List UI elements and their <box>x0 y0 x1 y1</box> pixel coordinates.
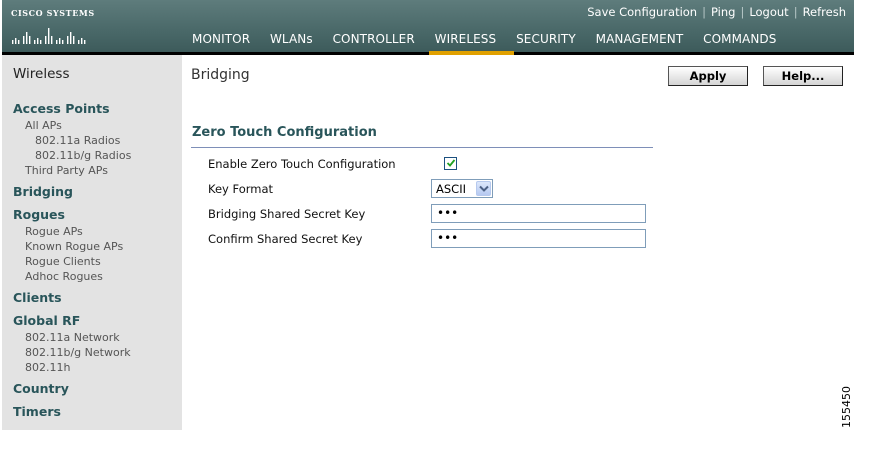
key-format-label: Key Format <box>208 182 274 196</box>
link-separator: | <box>740 5 745 19</box>
shared-secret-input[interactable]: ••• <box>431 204 646 223</box>
nav-monitor[interactable]: MONITOR <box>192 32 250 46</box>
enable-zero-touch-label: Enable Zero Touch Configuration <box>208 157 396 171</box>
sidebar: Wireless Access Points All APs 802.11a R… <box>2 55 182 430</box>
sidebar-item-timers[interactable]: Timers <box>13 404 61 419</box>
nav-security[interactable]: SECURITY <box>516 32 576 46</box>
refresh-link[interactable]: Refresh <box>803 5 846 19</box>
page-title: Bridging <box>191 67 250 83</box>
sidebar-item-clients[interactable]: Clients <box>13 290 62 305</box>
sidebar-title: Wireless <box>13 66 70 82</box>
active-tab-indicator <box>429 51 514 55</box>
sidebar-item-rogue-aps[interactable]: Rogue APs <box>25 225 83 238</box>
section-divider <box>191 147 653 148</box>
cisco-logo: Cisco Systems <box>11 8 94 46</box>
sidebar-item-third-party-aps[interactable]: Third Party APs <box>25 164 108 177</box>
shared-secret-label: Bridging Shared Secret Key <box>208 207 366 221</box>
sidebar-item-rogues[interactable]: Rogues <box>13 207 65 222</box>
sidebar-item-bridging[interactable]: Bridging <box>13 184 73 199</box>
shared-secret-value: ••• <box>437 206 459 220</box>
sidebar-item-all-aps[interactable]: All APs <box>25 119 62 132</box>
ping-link[interactable]: Ping <box>711 5 735 19</box>
help-button[interactable]: Help... <box>763 66 843 86</box>
main-nav: MONITOR WLANs CONTROLLER WIRELESS SECURI… <box>192 32 792 46</box>
sidebar-item-access-points[interactable]: Access Points <box>13 101 110 116</box>
chevron-down-icon <box>479 185 489 192</box>
save-configuration-link[interactable]: Save Configuration <box>587 5 697 19</box>
sidebar-item-known-rogue-aps[interactable]: Known Rogue APs <box>25 240 123 253</box>
nav-wireless[interactable]: WIRELESS <box>435 32 497 46</box>
logo-text: Cisco Systems <box>11 8 95 18</box>
nav-commands[interactable]: COMMANDS <box>703 32 776 46</box>
confirm-secret-label: Confirm Shared Secret Key <box>208 232 363 246</box>
cisco-bridge-logo-icon <box>12 28 86 44</box>
key-format-select[interactable]: ASCII <box>431 179 493 198</box>
confirm-secret-input[interactable]: ••• <box>431 229 646 248</box>
top-links: Save Configuration | Ping | Logout | Refresh <box>587 5 846 19</box>
sidebar-item-80211a-network[interactable]: 802.11a Network <box>25 331 120 344</box>
sidebar-item-rogue-clients[interactable]: Rogue Clients <box>25 255 101 268</box>
header-bar: Cisco Systems <box>2 0 854 52</box>
sidebar-item-80211a-radios[interactable]: 802.11a Radios <box>35 134 120 147</box>
sidebar-item-80211h[interactable]: 802.11h <box>25 361 70 374</box>
section-title: Zero Touch Configuration <box>192 125 377 140</box>
sidebar-item-global-rf[interactable]: Global RF <box>13 313 80 328</box>
enable-zero-touch-checkbox[interactable] <box>444 157 457 170</box>
nav-management[interactable]: MANAGEMENT <box>596 32 684 46</box>
nav-controller[interactable]: CONTROLLER <box>333 32 415 46</box>
sidebar-item-country[interactable]: Country <box>13 381 69 396</box>
key-format-value: ASCII <box>436 182 466 196</box>
nav-wlans[interactable]: WLANs <box>270 32 313 46</box>
sidebar-item-80211bg-network[interactable]: 802.11b/g Network <box>25 346 131 359</box>
link-separator: | <box>793 5 798 19</box>
select-dropdown-button[interactable] <box>476 181 491 196</box>
sidebar-item-adhoc-rogues[interactable]: Adhoc Rogues <box>25 270 103 283</box>
apply-button[interactable]: Apply <box>668 66 748 86</box>
app-window: Cisco Systems <box>0 0 870 455</box>
link-separator: | <box>702 5 706 19</box>
sidebar-item-80211bg-radios[interactable]: 802.11b/g Radios <box>35 149 131 162</box>
logout-link[interactable]: Logout <box>749 5 788 19</box>
confirm-secret-value: ••• <box>437 231 459 245</box>
checkmark-icon <box>446 159 456 167</box>
figure-id: 155450 <box>840 386 853 428</box>
